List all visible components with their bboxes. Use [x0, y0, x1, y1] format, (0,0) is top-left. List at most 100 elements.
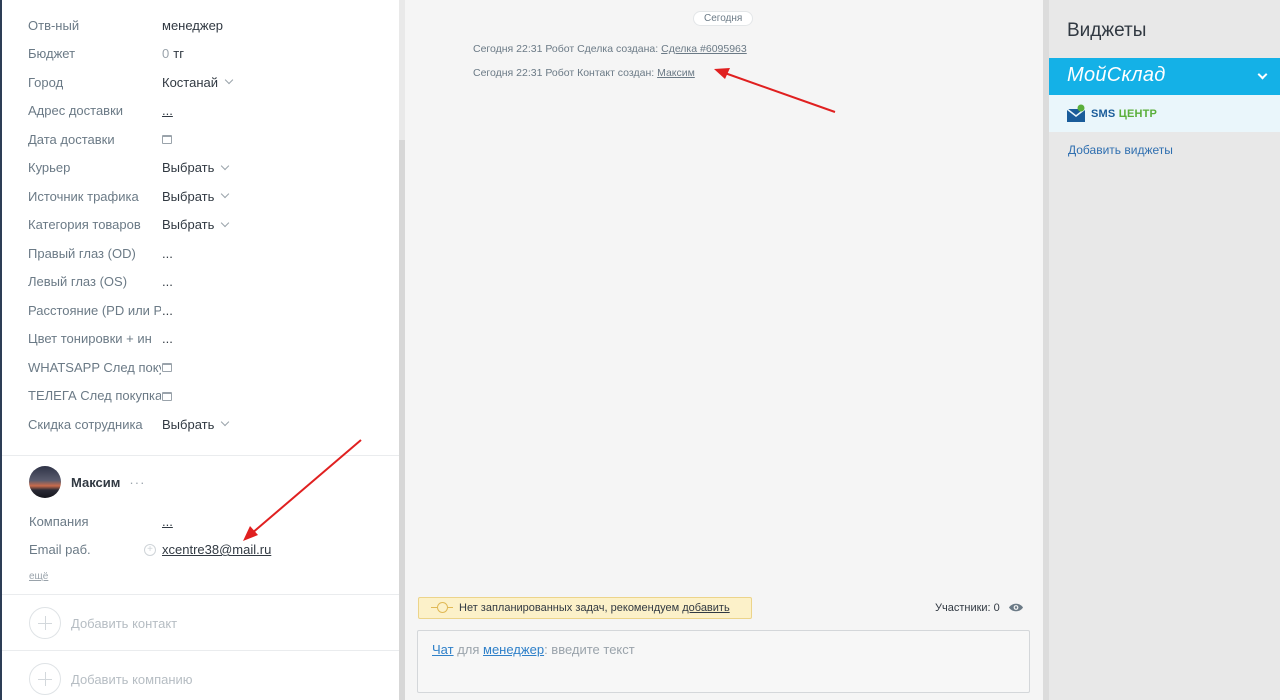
lead-field-row: Курьер Выбрать — [2, 154, 400, 183]
lead-field-value[interactable] — [162, 391, 172, 401]
participants-count[interactable]: Участники: 0 — [935, 602, 1000, 614]
lead-field-row: Цвет тонировки + ин... — [2, 325, 400, 354]
chat-input[interactable]: Чат для менеджер: введите текст — [417, 630, 1030, 693]
add-company-plus-icon — [29, 663, 61, 695]
sms-envelope-icon — [1067, 104, 1085, 122]
contact-email-value[interactable]: xcentre38@mail.ru — [162, 542, 271, 557]
calendar-icon[interactable] — [162, 135, 172, 145]
lead-field-value[interactable]: ... — [162, 274, 173, 289]
task-timer-icon — [431, 602, 453, 614]
lead-field-row: Отв-ный менеджер — [2, 11, 400, 40]
lead-card-panel: Отв-ный менеджер Бюджет 0 тг Город Костанай Адр… — [0, 0, 400, 700]
lead-field-row: Расстояние (PD или Р... — [2, 296, 400, 325]
feed-date-separator: Сегодня — [693, 11, 754, 26]
lead-field-value[interactable]: Выбрать — [162, 160, 230, 175]
lead-field-label: Источник трафика — [28, 188, 139, 204]
contact-link[interactable]: Максим — [657, 67, 695, 79]
contact-avatar[interactable] — [29, 466, 61, 498]
lead-field-row: WHATSAPP След покуп — [2, 353, 400, 382]
contact-more-menu-icon[interactable]: ··· — [129, 475, 145, 490]
lead-field-value[interactable] — [162, 362, 172, 373]
add-task-link[interactable]: добавить — [682, 602, 729, 614]
lead-field-row: Бюджет 0 тг — [2, 40, 400, 69]
calendar-icon[interactable] — [162, 391, 172, 401]
lead-field-value[interactable]: менеджер — [162, 18, 223, 33]
chat-recipient-link[interactable]: менеджер — [483, 642, 544, 657]
lead-field-label: Расстояние (PD или Р — [28, 302, 161, 318]
chevron-down-icon[interactable] — [221, 218, 230, 227]
eye-icon[interactable] — [1008, 602, 1024, 613]
no-tasks-text: Нет запланированных задач, рекомендуем д… — [459, 602, 730, 614]
lead-field-row: Адрес доставки... — [2, 97, 400, 126]
lead-field-row: Категория товаров Выбрать — [2, 211, 400, 240]
contact-company-label: Компания — [29, 514, 89, 529]
chat-input-placeholder[interactable]: Чат для менеджер: введите текст — [432, 642, 635, 657]
lead-field-row: ТЕЛЕГА След покупка — [2, 382, 400, 411]
lead-field-value[interactable]: ... — [162, 331, 173, 346]
lead-field-value[interactable]: ... — [162, 303, 173, 318]
sms-center-widget[interactable]: SMS ЦЕНТР — [1049, 95, 1280, 132]
moysklad-logo: МойСклад — [1067, 64, 1166, 86]
chevron-down-icon[interactable] — [221, 161, 230, 170]
lead-field-label: ТЕЛЕГА След покупка — [28, 388, 161, 404]
lead-field-value[interactable]: Костанай — [162, 75, 234, 90]
lead-field-label: Правый глаз (OD) — [28, 245, 136, 261]
lead-field-row: Правый глаз (OD)... — [2, 239, 400, 268]
chevron-down-icon[interactable] — [1257, 69, 1268, 80]
moysklad-widget[interactable]: МойСклад — [1049, 58, 1280, 95]
lead-field-label: WHATSAPP След покуп — [28, 359, 161, 375]
lead-field-label: Левый глаз (OS) — [28, 274, 128, 290]
lead-field-row: Источник трафика Выбрать — [2, 182, 400, 211]
calendar-icon[interactable] — [162, 363, 172, 373]
no-tasks-banner: Нет запланированных задач, рекомендуем д… — [418, 597, 752, 619]
contact-more-link[interactable]: ещё — [29, 571, 48, 582]
add-contact-button[interactable]: Добавить контакт — [29, 607, 177, 639]
lead-field-row: Город Костанай — [2, 68, 400, 97]
section-divider — [2, 650, 400, 651]
contact-email-label: Email раб. — [29, 542, 91, 557]
lead-field-label: Категория товаров — [28, 217, 141, 233]
add-widgets-link[interactable]: Добавить виджеты — [1068, 143, 1173, 157]
add-contact-plus-icon — [29, 607, 61, 639]
lead-field-value[interactable]: 0 тг — [162, 46, 184, 61]
widgets-panel: Виджеты МойСклад SMS ЦЕНТР Добавить видж… — [1043, 0, 1280, 700]
contact-company-value[interactable]: ... — [162, 514, 173, 529]
lead-field-label: Цвет тонировки + ин — [28, 331, 152, 347]
lead-field-label: Город — [28, 74, 64, 90]
chevron-down-icon[interactable] — [221, 190, 230, 199]
feed-event-text: Сегодня 22:31 Робот Сделка создана: — [473, 43, 662, 55]
add-company-button[interactable]: Добавить компанию — [29, 663, 193, 695]
lead-field-label: Бюджет — [28, 46, 76, 62]
lead-field-value[interactable]: Выбрать — [162, 217, 230, 232]
contact-email-row: Email раб. xcentre38@mail.ru — [29, 542, 399, 560]
chat-type-link[interactable]: Чат — [432, 642, 454, 657]
contact-name[interactable]: Максим — [71, 475, 120, 490]
add-company-label: Добавить компанию — [71, 671, 193, 687]
feed-event-text: Сегодня 22:31 Робот Контакт создан: — [473, 67, 658, 79]
lead-field-label: Адрес доставки — [28, 103, 124, 119]
contact-company-row: Компания ... — [29, 514, 399, 532]
lead-link[interactable]: Сделка #6095963 — [661, 43, 747, 55]
activity-feed: Сегодня Сегодня 22:31 Робот Сделка созда… — [405, 0, 1043, 700]
lead-field-label: Скидка сотрудника — [28, 416, 143, 432]
add-email-plus-icon[interactable]: + — [144, 544, 156, 556]
lead-field-value[interactable] — [162, 134, 172, 145]
chevron-down-icon[interactable] — [221, 418, 230, 427]
chevron-down-icon[interactable] — [224, 76, 234, 85]
lead-field-value[interactable]: ... — [162, 246, 173, 261]
add-contact-label: Добавить контакт — [71, 615, 178, 631]
feed-event-contact-created: Сегодня 22:31 Робот Контакт создан: Макс… — [473, 67, 695, 79]
lead-field-value[interactable]: ... — [162, 103, 173, 118]
sms-center-logo: SMS ЦЕНТР — [1091, 108, 1158, 120]
lead-field-value[interactable]: Выбрать — [162, 189, 230, 204]
lead-field-value[interactable]: Выбрать — [162, 417, 230, 432]
lead-field-row: Левый глаз (OS)... — [2, 268, 400, 297]
section-divider — [2, 455, 400, 456]
lead-field-label: Отв-ный — [28, 17, 80, 33]
contact-header[interactable]: Максим ··· — [29, 466, 145, 498]
lead-field-label: Курьер — [28, 160, 71, 176]
feed-event-lead-created: Сегодня 22:31 Робот Сделка создана: Сдел… — [473, 43, 747, 55]
lead-field-row: Дата доставки — [2, 125, 400, 154]
lead-field-row: Скидка сотрудника Выбрать — [2, 410, 400, 439]
section-divider — [2, 594, 400, 595]
